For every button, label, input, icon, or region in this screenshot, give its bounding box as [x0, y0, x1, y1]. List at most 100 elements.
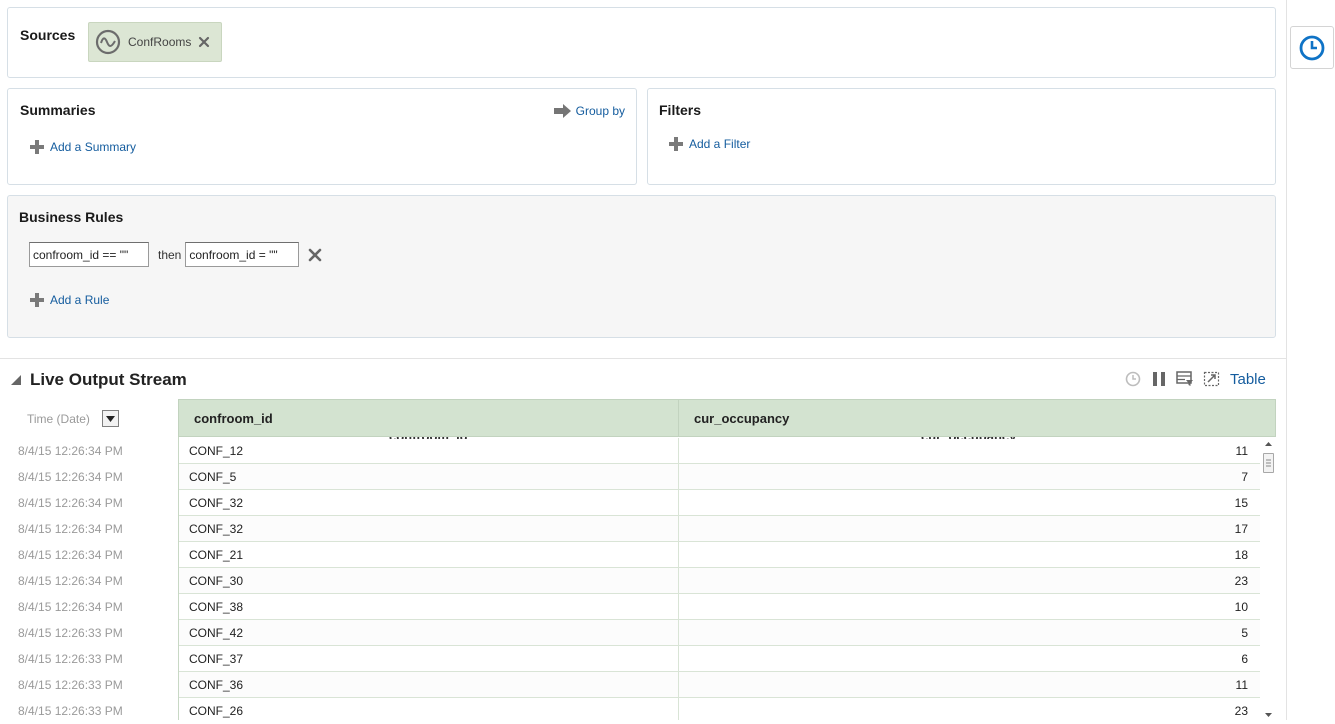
cell-cur-occupancy: 11 — [1235, 678, 1248, 692]
arrow-right-icon — [553, 104, 571, 118]
table-row[interactable]: CONF_32 17 — [179, 516, 1260, 542]
time-cell: 8/4/15 12:26:33 PM — [18, 626, 123, 640]
time-cell: 8/4/15 12:26:33 PM — [18, 704, 123, 718]
cell-confroom-id: CONF_21 — [179, 542, 679, 567]
cell-cur-occupancy: 17 — [1234, 522, 1248, 536]
cell-cur-occupancy: 23 — [1234, 574, 1248, 588]
cell-confroom-id: CONF_32 — [179, 490, 679, 515]
close-icon[interactable] — [308, 248, 322, 262]
cell-confroom-id: CONF_26 — [179, 698, 679, 720]
time-cell: 8/4/15 12:26:34 PM — [18, 470, 123, 484]
business-rules-title: Business Rules — [19, 209, 124, 225]
fullscreen-button[interactable] — [1202, 370, 1220, 388]
cell-confroom-id: CONF_36 — [179, 672, 679, 697]
plus-icon — [30, 293, 44, 307]
stream-toolbar: Table — [1124, 370, 1266, 388]
time-cell: 8/4/15 12:26:34 PM — [18, 522, 123, 536]
time-cell: 8/4/15 12:26:33 PM — [18, 652, 123, 666]
stream-divider — [0, 358, 1286, 359]
business-rules-panel: Business Rules then Add a Rule — [7, 195, 1276, 338]
plus-icon — [669, 137, 683, 151]
clock-icon — [1125, 371, 1141, 387]
grip-icon — [1266, 459, 1271, 467]
cell-cur-occupancy: 10 — [1234, 600, 1248, 614]
add-rule-label[interactable]: Add a Rule — [50, 293, 109, 307]
time-cell: 8/4/15 12:26:34 PM — [18, 548, 123, 562]
cell-confroom-id: CONF_12 — [179, 438, 679, 463]
filter-table-icon — [1176, 371, 1193, 386]
cell-cur-occupancy: 15 — [1234, 496, 1248, 510]
filters-panel: Filters Add a Filter — [647, 88, 1276, 185]
pause-icon — [1153, 372, 1165, 386]
add-filter-button[interactable]: Add a Filter — [669, 137, 750, 151]
cell-cur-occupancy: 6 — [1241, 652, 1248, 666]
clock-icon — [1299, 35, 1325, 60]
table-row[interactable]: CONF_30 23 — [179, 568, 1260, 594]
right-divider — [1286, 0, 1287, 720]
cell-cur-occupancy: 5 — [1241, 626, 1248, 640]
table-row[interactable]: CONF_12 11 — [179, 438, 1260, 464]
cell-cur-occupancy: 23 — [1234, 704, 1248, 718]
plus-icon — [30, 140, 44, 154]
source-chip[interactable]: ConfRooms — [88, 22, 222, 62]
time-column-label: Time (Date) — [27, 411, 90, 426]
column-filter-button[interactable] — [1176, 370, 1194, 388]
stream-header: Live Output Stream — [10, 370, 187, 390]
ghost-header-cur-occupancy: cur_occupancy — [921, 437, 1016, 439]
sources-panel: Sources ConfRooms — [7, 7, 1276, 78]
time-dropdown-button[interactable] — [101, 410, 119, 427]
table-row[interactable]: CONF_5 7 — [179, 464, 1260, 490]
add-filter-label[interactable]: Add a Filter — [689, 137, 750, 151]
time-column: 8/4/15 12:26:34 PM 8/4/15 12:26:34 PM 8/4/… — [18, 438, 178, 724]
table-rows: CONF_12 11 CONF_5 7 CONF_32 15 CONF_32 17 CONF_2… — [179, 438, 1260, 720]
table-row[interactable]: CONF_21 18 — [179, 542, 1260, 568]
cell-confroom-id: CONF_38 — [179, 594, 679, 619]
table-header: confroom_id cur_occupancy — [178, 399, 1276, 437]
ghost-header-confroom-id: confroom_id — [389, 437, 468, 439]
table-row[interactable]: CONF_36 11 — [179, 672, 1260, 698]
cell-cur-occupancy: 11 — [1235, 444, 1248, 458]
history-tab[interactable] — [1290, 26, 1334, 69]
table-row[interactable]: CONF_42 5 — [179, 620, 1260, 646]
scroll-down-icon[interactable] — [1261, 710, 1276, 720]
add-rule-button[interactable]: Add a Rule — [30, 293, 109, 307]
cell-confroom-id: CONF_37 — [179, 646, 679, 671]
table-view-link[interactable]: Table — [1230, 371, 1266, 388]
scroll-up-icon[interactable] — [1261, 439, 1276, 449]
time-cell: 8/4/15 12:26:33 PM — [18, 678, 123, 692]
sources-title: Sources — [20, 27, 76, 43]
close-icon[interactable] — [198, 36, 210, 48]
history-button[interactable] — [1124, 370, 1142, 388]
column-header-confroom-id[interactable]: confroom_id — [179, 400, 679, 436]
filters-title: Filters — [659, 102, 702, 118]
summaries-title: Summaries — [20, 102, 96, 118]
rule-condition-input[interactable] — [29, 242, 149, 267]
triangle-collapse-icon[interactable] — [10, 374, 22, 386]
group-by-label[interactable]: Group by — [576, 104, 625, 118]
cell-cur-occupancy: 18 — [1234, 548, 1248, 562]
source-chip-label: ConfRooms — [128, 35, 192, 49]
cell-confroom-id: CONF_5 — [179, 464, 679, 489]
time-cell: 8/4/15 12:26:34 PM — [18, 574, 123, 588]
add-summary-button[interactable]: Add a Summary — [30, 140, 136, 154]
table-scrollbar[interactable] — [1261, 437, 1276, 720]
cell-confroom-id: CONF_42 — [179, 620, 679, 645]
table-row[interactable]: CONF_37 6 — [179, 646, 1260, 672]
scrollbar-thumb[interactable] — [1263, 453, 1274, 473]
fullscreen-icon — [1203, 371, 1219, 387]
add-summary-label[interactable]: Add a Summary — [50, 140, 136, 154]
stream-wave-icon — [95, 29, 121, 55]
table-row[interactable]: CONF_32 15 — [179, 490, 1260, 516]
time-column-header: Time (Date) — [27, 410, 119, 427]
rule-action-input[interactable] — [185, 242, 300, 267]
table-row[interactable]: CONF_26 23 — [179, 698, 1260, 720]
chevron-down-icon — [105, 415, 115, 422]
group-by-link[interactable]: Group by — [553, 104, 625, 118]
summaries-panel: Summaries Group by Add a Summary — [7, 88, 637, 185]
cell-cur-occupancy: 7 — [1241, 470, 1248, 484]
column-header-cur-occupancy[interactable]: cur_occupancy — [679, 400, 1275, 436]
time-cell: 8/4/15 12:26:34 PM — [18, 496, 123, 510]
pause-button[interactable] — [1150, 370, 1168, 388]
rule-row: then — [29, 242, 322, 267]
table-row[interactable]: CONF_38 10 — [179, 594, 1260, 620]
